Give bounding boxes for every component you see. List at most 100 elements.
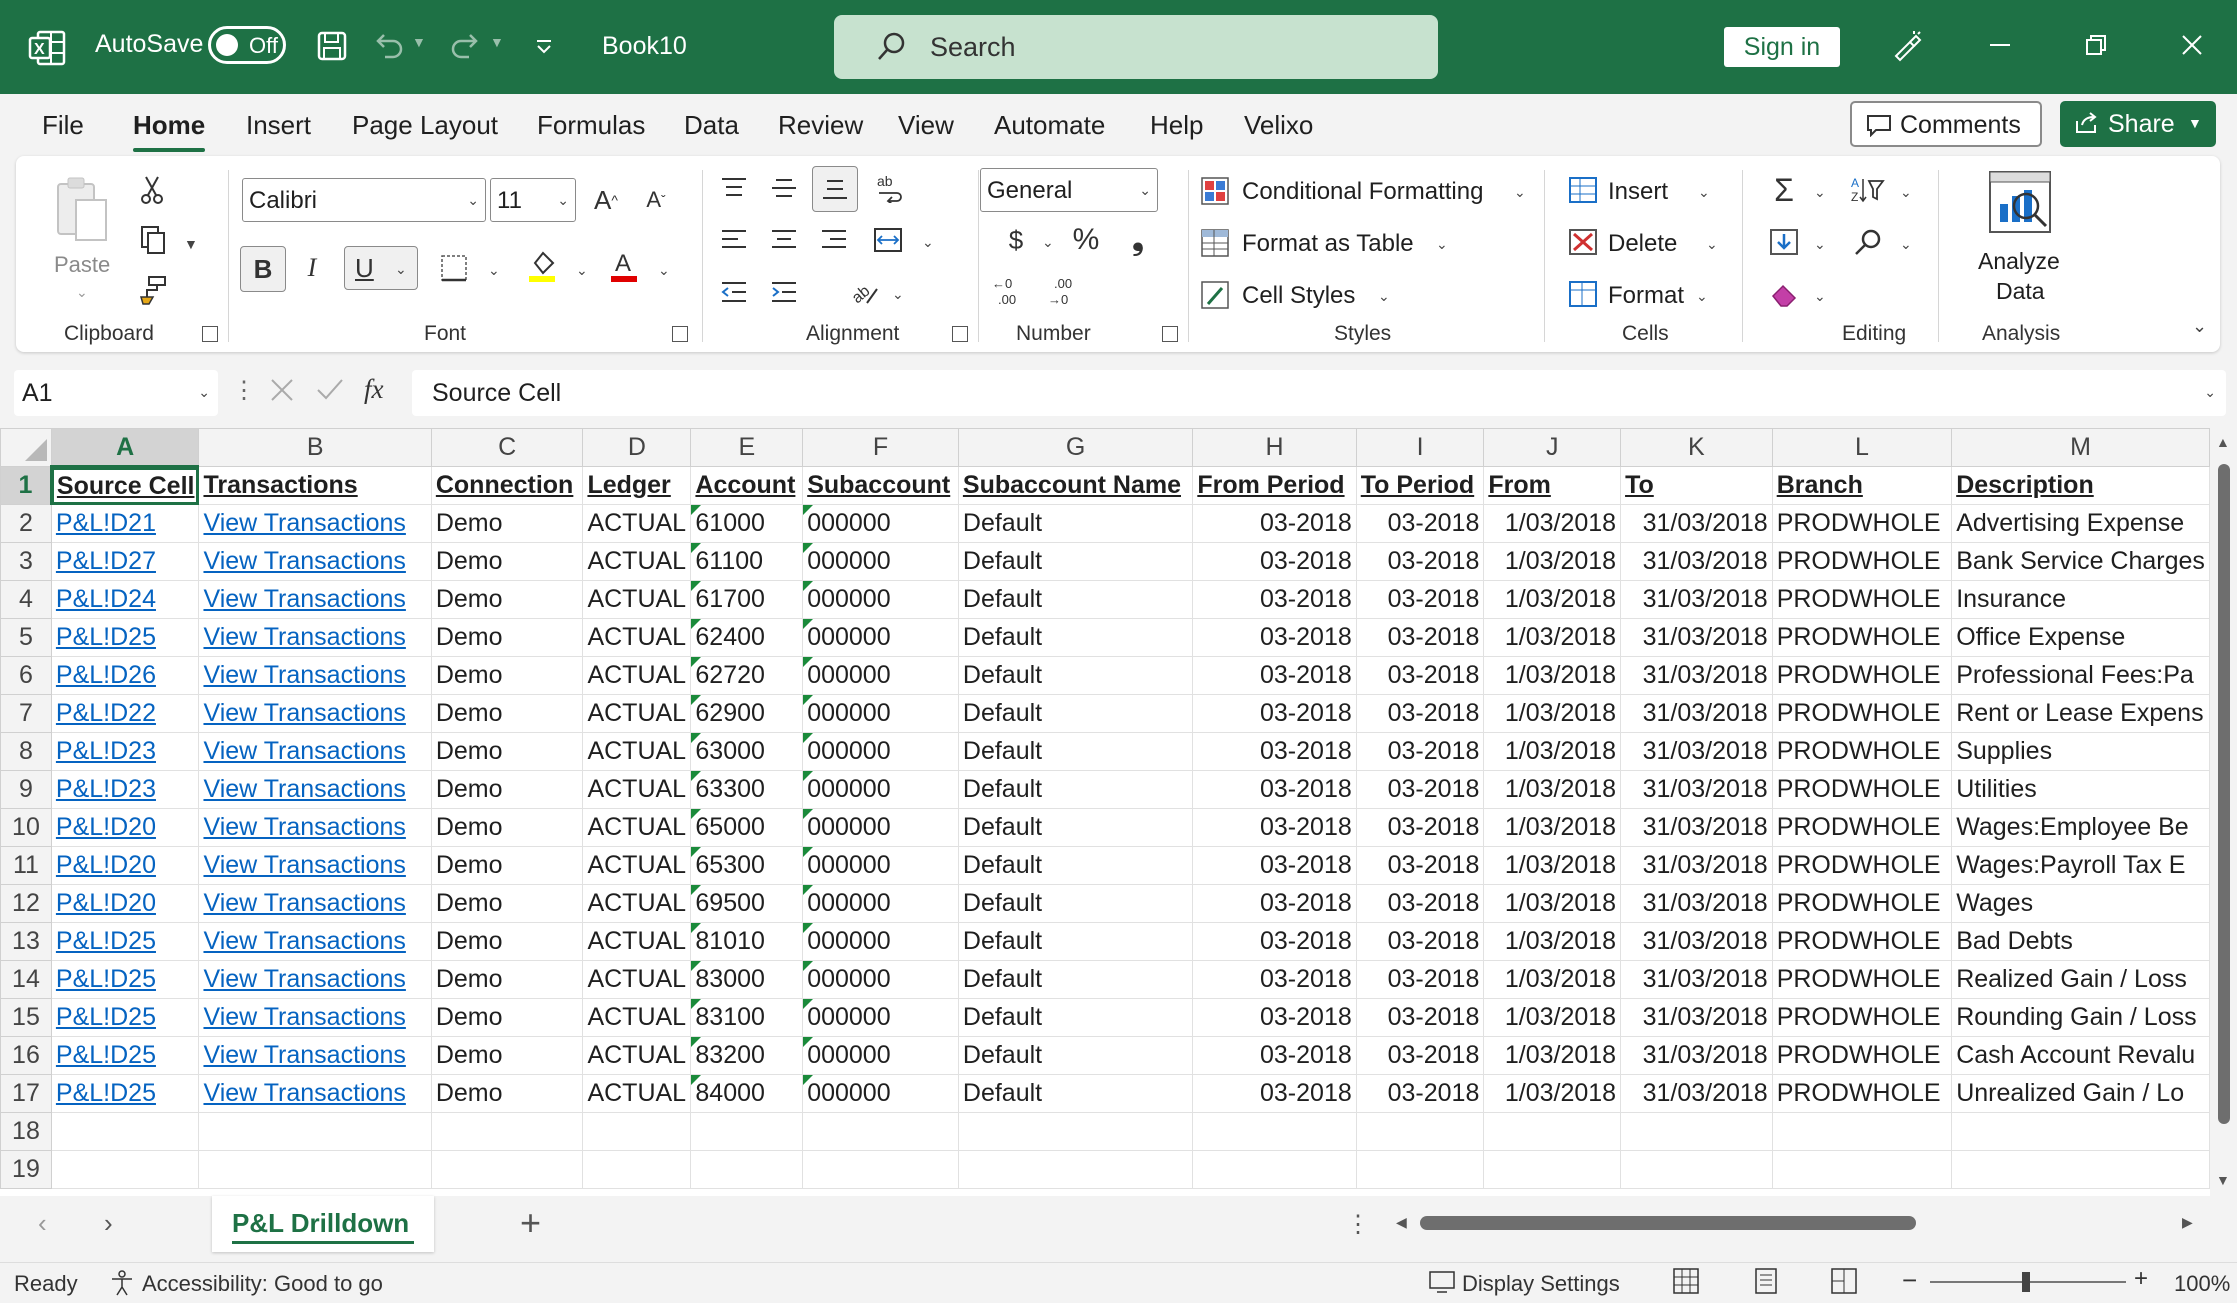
- insert-cells-button[interactable]: Insert ⌄: [1568, 172, 1728, 212]
- active-cell[interactable]: Source Cell: [50, 466, 200, 505]
- table-cell[interactable]: 000000: [802, 542, 959, 581]
- minimize-icon[interactable]: [1970, 20, 2030, 70]
- table-cell[interactable]: 000000: [802, 656, 959, 695]
- table-cell[interactable]: ACTUAL: [582, 542, 692, 581]
- copy-dropdown-icon[interactable]: ▼: [184, 236, 198, 252]
- tab-data[interactable]: Data: [684, 110, 739, 141]
- source-cell-link[interactable]: P&L!D24: [50, 580, 200, 619]
- table-cell[interactable]: Rent or Lease Expens: [1951, 694, 2210, 733]
- table-cell[interactable]: 31/03/2018: [1620, 732, 1773, 771]
- autosum-dropdown-icon[interactable]: ⌄: [1814, 184, 1826, 201]
- source-cell-link[interactable]: P&L!D22: [50, 694, 200, 733]
- row-header[interactable]: 19: [0, 1150, 52, 1189]
- table-cell[interactable]: 000000: [802, 580, 959, 619]
- table-cell[interactable]: ACTUAL: [582, 732, 692, 771]
- table-cell[interactable]: 31/03/2018: [1620, 808, 1773, 847]
- tab-velixo[interactable]: Velixo: [1244, 110, 1313, 141]
- table-cell[interactable]: Default: [957, 618, 1194, 657]
- table-cell[interactable]: PRODWHOLE: [1771, 618, 1953, 657]
- table-cell[interactable]: PRODWHOLE: [1771, 694, 1953, 733]
- table-cell[interactable]: 000000: [802, 1036, 959, 1075]
- table-cell[interactable]: Utilities: [1951, 770, 2210, 809]
- add-sheet-button[interactable]: +: [520, 1202, 541, 1244]
- table-cell[interactable]: 1/03/2018: [1483, 922, 1622, 961]
- table-cell[interactable]: Default: [957, 580, 1194, 619]
- merge-center-icon[interactable]: [866, 218, 910, 262]
- table-cell[interactable]: 03-2018: [1192, 1036, 1357, 1075]
- table-cell[interactable]: 62900: [690, 694, 804, 733]
- scroll-up-icon[interactable]: ▲: [2216, 434, 2230, 450]
- empty-cell[interactable]: [430, 1150, 584, 1189]
- table-cell[interactable]: 03-2018: [1355, 656, 1485, 695]
- table-cell[interactable]: Demo: [430, 960, 584, 999]
- row-header[interactable]: 13: [0, 922, 52, 961]
- column-header-j[interactable]: J: [1483, 428, 1622, 467]
- table-cell[interactable]: PRODWHOLE: [1771, 884, 1953, 923]
- fill-down-icon[interactable]: [1762, 220, 1806, 264]
- table-cell[interactable]: Demo: [430, 884, 584, 923]
- table-cell[interactable]: 1/03/2018: [1483, 656, 1622, 695]
- empty-cell[interactable]: [1355, 1150, 1485, 1189]
- scroll-left-icon[interactable]: ◀: [1396, 1214, 1407, 1231]
- align-left-icon[interactable]: [712, 218, 756, 262]
- scroll-right-icon[interactable]: ▶: [2182, 1214, 2193, 1231]
- table-cell[interactable]: 03-2018: [1192, 884, 1357, 923]
- empty-cell[interactable]: [1620, 1112, 1773, 1151]
- table-cell[interactable]: 03-2018: [1192, 960, 1357, 999]
- source-cell-link[interactable]: P&L!D20: [50, 846, 200, 885]
- empty-cell[interactable]: [198, 1150, 432, 1189]
- table-cell[interactable]: 000000: [802, 846, 959, 885]
- row-header[interactable]: 5: [0, 618, 52, 657]
- table-cell[interactable]: PRODWHOLE: [1771, 998, 1953, 1037]
- table-cell[interactable]: 03-2018: [1355, 998, 1485, 1037]
- source-cell-link[interactable]: P&L!D26: [50, 656, 200, 695]
- table-cell[interactable]: PRODWHOLE: [1771, 542, 1953, 581]
- source-cell-link[interactable]: P&L!D25: [50, 1036, 200, 1075]
- table-cell[interactable]: Default: [957, 846, 1194, 885]
- table-cell[interactable]: ACTUAL: [582, 504, 692, 543]
- table-cell[interactable]: 03-2018: [1355, 694, 1485, 733]
- table-cell[interactable]: Cash Account Revalu: [1951, 1036, 2210, 1075]
- format-cells-button[interactable]: Format ⌄: [1568, 276, 1728, 316]
- source-cell-link[interactable]: P&L!D23: [50, 732, 200, 771]
- table-cell[interactable]: 03-2018: [1355, 732, 1485, 771]
- table-cell[interactable]: 31/03/2018: [1620, 1074, 1773, 1113]
- header-cell[interactable]: Transactions: [198, 466, 432, 505]
- enter-check-icon[interactable]: [312, 372, 348, 413]
- bold-button[interactable]: B: [240, 246, 286, 292]
- expand-formula-bar-icon[interactable]: ⌄: [2204, 384, 2216, 401]
- table-cell[interactable]: Default: [957, 922, 1194, 961]
- row-header[interactable]: 12: [0, 884, 52, 923]
- view-transactions-link[interactable]: View Transactions: [198, 846, 432, 885]
- tabs-options-icon[interactable]: ⋮: [1346, 1210, 1370, 1239]
- column-header-i[interactable]: I: [1355, 428, 1485, 467]
- header-cell[interactable]: To Period: [1355, 466, 1485, 505]
- table-cell[interactable]: PRODWHOLE: [1771, 732, 1953, 771]
- paste-dropdown-icon[interactable]: ⌄: [76, 284, 88, 301]
- table-cell[interactable]: 03-2018: [1192, 618, 1357, 657]
- table-cell[interactable]: ACTUAL: [582, 960, 692, 999]
- autosum-icon[interactable]: Σ: [1762, 168, 1806, 212]
- table-cell[interactable]: 31/03/2018: [1620, 504, 1773, 543]
- table-cell[interactable]: 000000: [802, 960, 959, 999]
- source-cell-link[interactable]: P&L!D25: [50, 998, 200, 1037]
- table-cell[interactable]: 03-2018: [1355, 846, 1485, 885]
- table-cell[interactable]: 65300: [690, 846, 804, 885]
- table-cell[interactable]: 03-2018: [1355, 960, 1485, 999]
- table-cell[interactable]: 03-2018: [1192, 770, 1357, 809]
- table-cell[interactable]: ACTUAL: [582, 770, 692, 809]
- empty-cell[interactable]: [957, 1112, 1194, 1151]
- table-cell[interactable]: 03-2018: [1192, 542, 1357, 581]
- row-header[interactable]: 9: [0, 770, 52, 809]
- table-cell[interactable]: 83000: [690, 960, 804, 999]
- row-header[interactable]: 11: [0, 846, 52, 885]
- close-icon[interactable]: [2162, 20, 2222, 70]
- analyze-data-button[interactable]: Analyze Data: [1966, 168, 2076, 308]
- align-right-icon[interactable]: [812, 218, 856, 262]
- fill-dropdown-icon[interactable]: ⌄: [1814, 236, 1826, 253]
- table-cell[interactable]: 31/03/2018: [1620, 770, 1773, 809]
- table-cell[interactable]: Wages:Payroll Tax E: [1951, 846, 2210, 885]
- table-cell[interactable]: 000000: [802, 770, 959, 809]
- align-bottom-icon[interactable]: [812, 166, 858, 212]
- table-cell[interactable]: 1/03/2018: [1483, 808, 1622, 847]
